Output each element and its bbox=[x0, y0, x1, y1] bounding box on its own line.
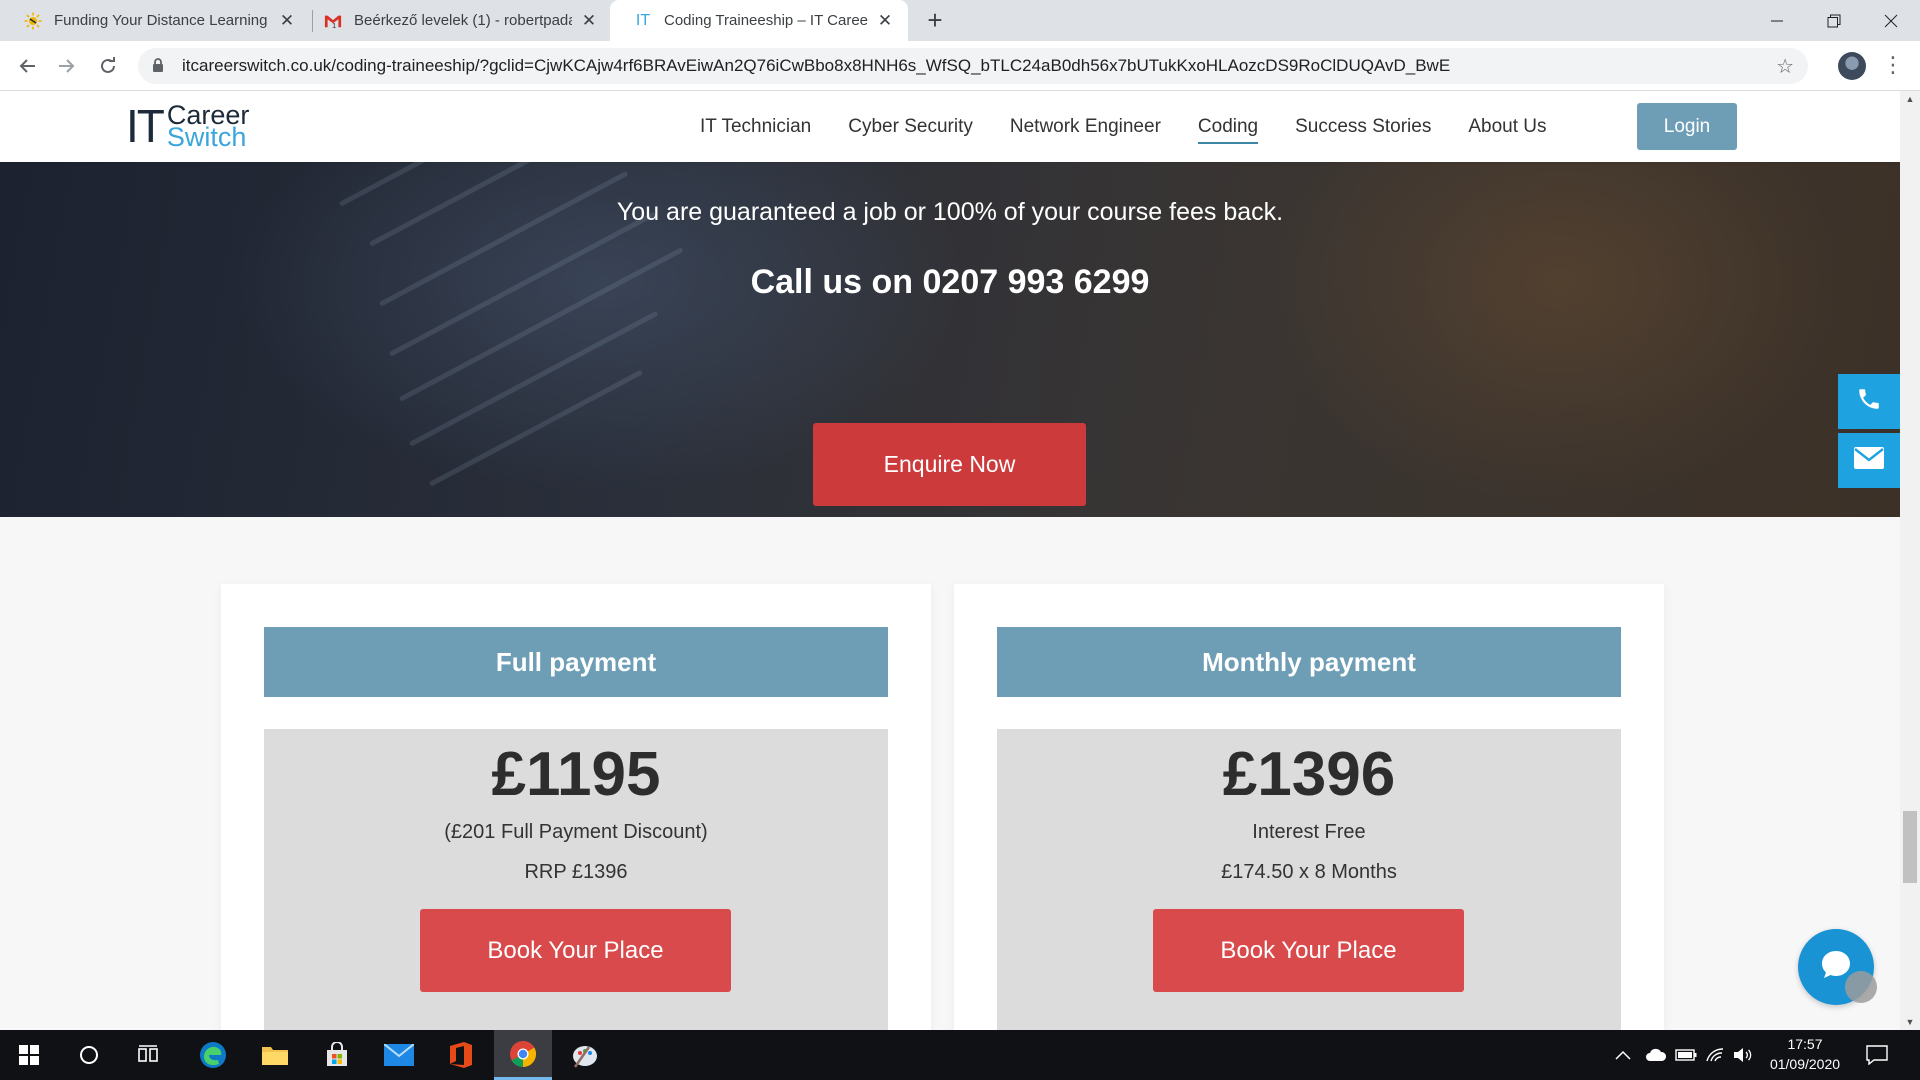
pricing-section: Full payment £1195 (£201 Full Payment Di… bbox=[0, 517, 1900, 1030]
main-navigation: IT Technician Cyber Security Network Eng… bbox=[700, 91, 1584, 162]
taskbar-clock[interactable]: 17:57 01/09/2020 bbox=[1760, 1034, 1850, 1074]
full-payment-heading: Full payment bbox=[264, 627, 888, 697]
nav-coding[interactable]: Coding bbox=[1197, 91, 1259, 162]
lock-icon bbox=[152, 57, 170, 75]
enquire-now-button[interactable]: Enquire Now bbox=[813, 423, 1086, 506]
monthly-payment-details: £1396 Interest Free £174.50 x 8 Months B… bbox=[997, 729, 1621, 1030]
email-contact-button[interactable] bbox=[1838, 433, 1900, 488]
clock-time: 17:57 bbox=[1787, 1036, 1823, 1052]
bookmark-star-icon[interactable]: ☆ bbox=[1776, 54, 1794, 79]
monthly-payment-heading: Monthly payment bbox=[997, 627, 1621, 697]
windows-taskbar: 17:57 01/09/2020 bbox=[0, 1030, 1920, 1080]
monthly-instalments: £174.50 x 8 Months bbox=[1221, 861, 1397, 883]
office-app-icon[interactable] bbox=[432, 1030, 490, 1080]
monthly-payment-card: Monthly payment £1396 Interest Free £174… bbox=[954, 584, 1664, 1030]
code-background-decoration bbox=[428, 369, 644, 487]
chrome-app-icon[interactable] bbox=[494, 1030, 552, 1080]
logo-mark: IT bbox=[126, 100, 165, 152]
mail-app-icon[interactable] bbox=[370, 1030, 428, 1080]
browser-toolbar: itcareerswitch.co.uk/coding-traineeship/… bbox=[0, 41, 1920, 91]
site-logo[interactable]: IT Career Switch bbox=[126, 101, 249, 151]
microsoft-store-icon[interactable] bbox=[308, 1030, 366, 1080]
scroll-up-arrow-icon[interactable]: ▲ bbox=[1900, 91, 1920, 107]
windows-start-icon[interactable] bbox=[0, 1030, 58, 1080]
nav-about-us[interactable]: About Us bbox=[1468, 91, 1546, 162]
gmail-favicon-icon: 1 bbox=[324, 12, 342, 30]
itcs-favicon-icon: IT bbox=[635, 11, 651, 29]
nav-cyber-security[interactable]: Cyber Security bbox=[848, 91, 973, 162]
book-your-place-button[interactable]: Book Your Place bbox=[420, 909, 731, 992]
envelope-icon bbox=[1854, 447, 1884, 474]
paint-app-icon[interactable] bbox=[556, 1030, 614, 1080]
browser-menu-icon[interactable]: ⋮ bbox=[1882, 51, 1904, 81]
browser-tab[interactable]: Funding Your Distance Learning | ✕ bbox=[0, 0, 310, 41]
scrollbar-thumb[interactable] bbox=[1903, 811, 1917, 883]
chat-minimize-dot[interactable] bbox=[1845, 971, 1877, 1003]
tab-title: Beérkező levelek (1) - robertpada bbox=[354, 12, 572, 29]
tab-title: Funding Your Distance Learning | bbox=[54, 12, 270, 29]
file-explorer-icon[interactable] bbox=[246, 1030, 304, 1080]
profile-avatar[interactable] bbox=[1838, 52, 1866, 80]
full-payment-price: £1195 bbox=[491, 740, 661, 809]
notifications-icon[interactable] bbox=[1866, 1030, 1888, 1080]
close-tab-icon[interactable]: ✕ bbox=[278, 11, 296, 31]
browser-tab[interactable]: 1 Beérkező levelek (1) - robertpada ✕ bbox=[300, 0, 612, 41]
login-button[interactable]: Login bbox=[1637, 103, 1737, 150]
volume-icon[interactable] bbox=[1733, 1030, 1753, 1080]
page-scrollbar[interactable]: ▲ ▼ bbox=[1900, 91, 1920, 1030]
close-tab-icon[interactable]: ✕ bbox=[580, 11, 598, 31]
svg-text:1: 1 bbox=[332, 21, 336, 29]
phone-contact-button[interactable] bbox=[1838, 374, 1900, 429]
back-arrow-icon[interactable] bbox=[12, 50, 44, 82]
logo-word-switch: Switch bbox=[166, 122, 247, 152]
nav-success-stories[interactable]: Success Stories bbox=[1295, 91, 1431, 162]
phone-icon bbox=[1856, 386, 1882, 417]
nav-network-engineer[interactable]: Network Engineer bbox=[1010, 91, 1161, 162]
minimize-window-icon[interactable] bbox=[1748, 0, 1806, 41]
tray-chevron-up-icon[interactable] bbox=[1615, 1030, 1631, 1080]
book-your-place-button[interactable]: Book Your Place bbox=[1153, 909, 1464, 992]
clock-date: 01/09/2020 bbox=[1769, 1056, 1841, 1072]
new-tab-button[interactable]: + bbox=[920, 6, 950, 36]
wifi-icon[interactable] bbox=[1705, 1030, 1725, 1080]
full-payment-discount: (£201 Full Payment Discount) bbox=[444, 821, 708, 843]
interest-free-note: Interest Free bbox=[1252, 821, 1366, 843]
edge-browser-icon[interactable] bbox=[184, 1030, 242, 1080]
forward-arrow-icon[interactable] bbox=[50, 50, 82, 82]
search-circle-icon[interactable] bbox=[60, 1030, 118, 1080]
reload-icon[interactable] bbox=[92, 50, 124, 82]
full-payment-card: Full payment £1195 (£201 Full Payment Di… bbox=[221, 584, 931, 1030]
hero-banner: You are guaranteed a job or 100% of your… bbox=[0, 91, 1900, 517]
tab-title: Coding Traineeship – IT Career Sw bbox=[664, 12, 868, 29]
task-view-icon[interactable] bbox=[120, 1030, 178, 1080]
full-payment-details: £1195 (£201 Full Payment Discount) RRP £… bbox=[264, 729, 888, 1030]
page-viewport: IT Career Switch IT Technician Cyber Sec… bbox=[0, 91, 1900, 1030]
monthly-payment-price: £1396 bbox=[1222, 740, 1396, 809]
close-window-icon[interactable] bbox=[1862, 0, 1920, 41]
nav-it-technician[interactable]: IT Technician bbox=[700, 91, 811, 162]
browser-tab-strip: Funding Your Distance Learning | ✕ 1 Beé… bbox=[0, 0, 1920, 41]
sun-favicon-icon bbox=[24, 12, 42, 30]
battery-icon[interactable] bbox=[1675, 1030, 1697, 1080]
guarantee-text: You are guaranteed a job or 100% of your… bbox=[616, 198, 1284, 226]
site-header: IT Career Switch IT Technician Cyber Sec… bbox=[0, 91, 1900, 162]
url-text: itcareerswitch.co.uk/coding-traineeship/… bbox=[182, 56, 1451, 75]
call-us-heading: Call us on 0207 993 6299 bbox=[750, 263, 1150, 301]
restore-window-icon[interactable] bbox=[1805, 0, 1863, 41]
close-tab-icon[interactable]: ✕ bbox=[876, 11, 894, 31]
full-payment-rrp: RRP £1396 bbox=[524, 861, 628, 883]
onedrive-cloud-icon[interactable] bbox=[1645, 1030, 1667, 1080]
address-bar[interactable]: itcareerswitch.co.uk/coding-traineeship/… bbox=[138, 48, 1808, 84]
scroll-down-arrow-icon[interactable]: ▼ bbox=[1900, 1014, 1920, 1030]
browser-tab-active[interactable]: IT Coding Traineeship – IT Career Sw ✕ bbox=[610, 0, 908, 41]
